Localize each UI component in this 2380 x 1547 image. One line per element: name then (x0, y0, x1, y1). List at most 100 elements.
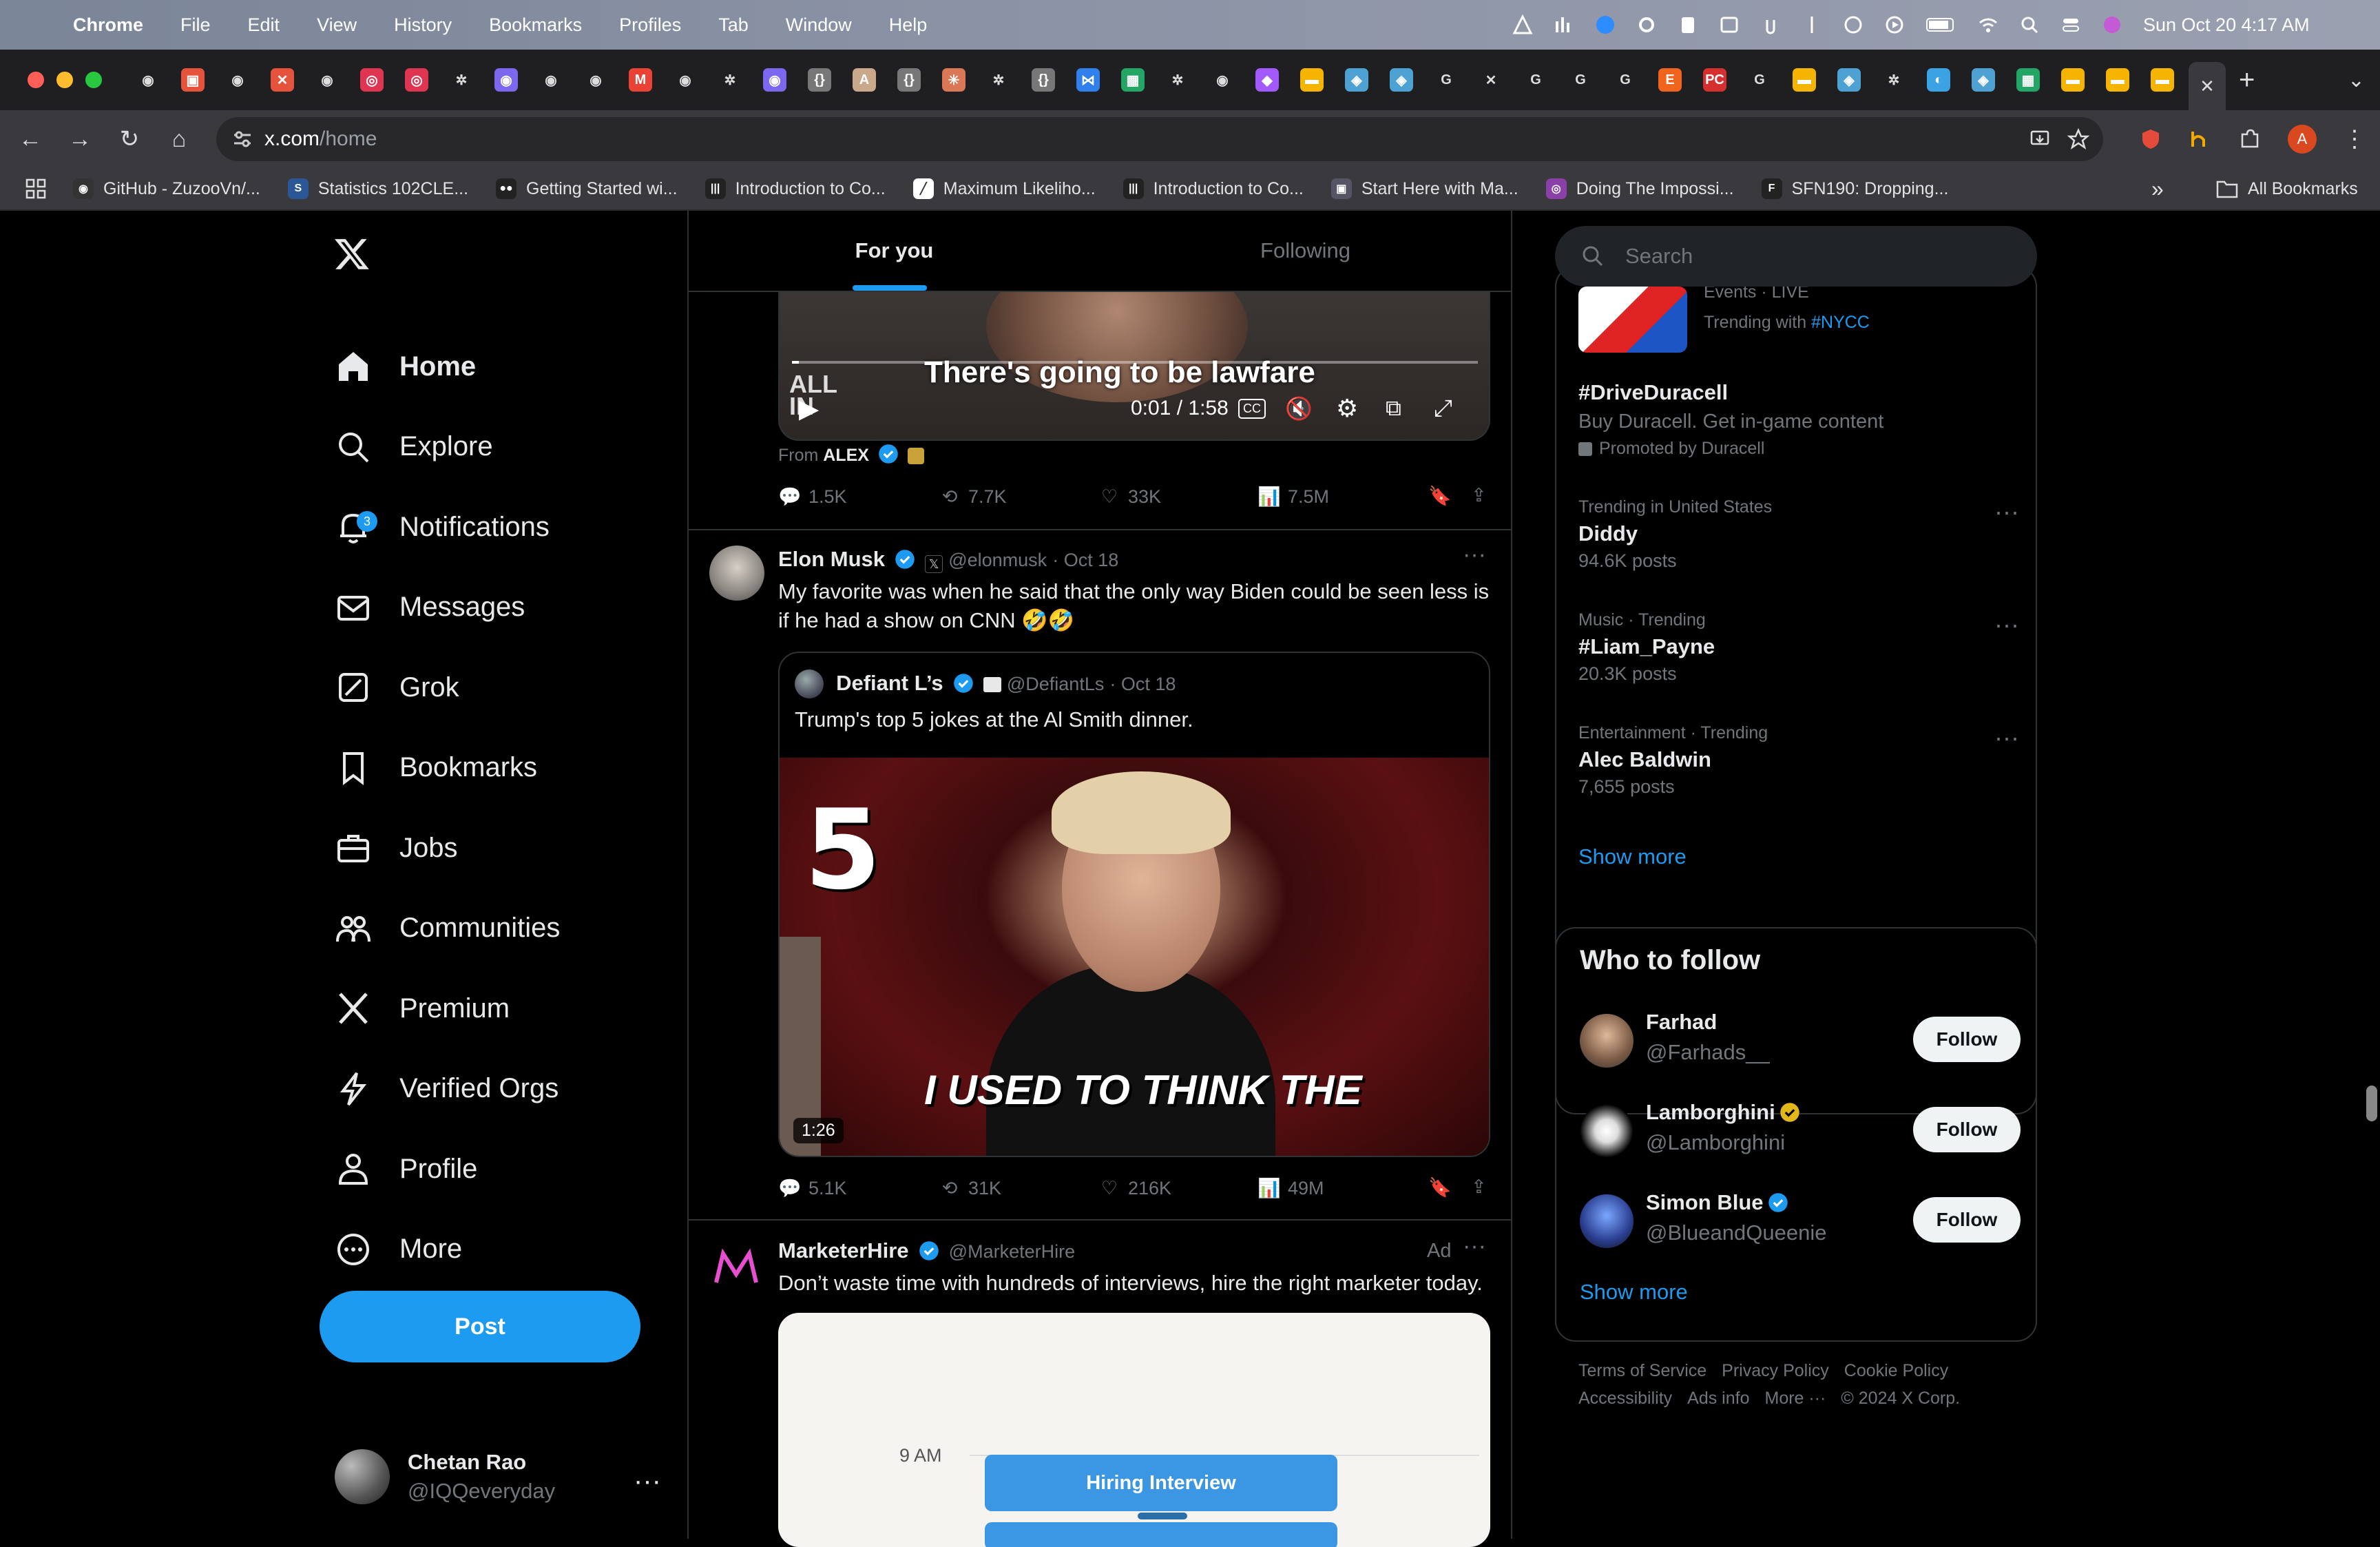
footer-more-link[interactable]: More ··· (1765, 1389, 1826, 1408)
menu-profiles[interactable]: Profiles (619, 14, 681, 36)
nav-item-more[interactable]: More (335, 1222, 462, 1277)
clipboard-icon[interactable] (1678, 14, 1698, 35)
privacy-link[interactable]: Privacy Policy (1722, 1361, 1829, 1380)
trend-more-icon[interactable]: ··· (1994, 723, 2019, 752)
close-window-button[interactable] (28, 72, 44, 88)
browser-tab[interactable]: G (1607, 59, 1644, 101)
cookie-link[interactable]: Cookie Policy (1844, 1361, 1948, 1380)
focus-icon[interactable] (1843, 14, 1864, 35)
nav-item-messages[interactable]: Messages (335, 580, 525, 635)
browser-tab[interactable]: ◈ (1830, 59, 1868, 101)
nav-item-grok[interactable]: Grok (335, 660, 459, 715)
page-scrollbar[interactable] (2366, 1086, 2377, 1121)
all-bookmarks-folder[interactable]: All Bookmarks (2216, 179, 2358, 199)
show-more-trends-link[interactable]: Show more (1578, 844, 1687, 869)
bookmark-item[interactable]: ◉ GitHub - ZuzooVn/... (73, 178, 260, 199)
menu-help[interactable]: Help (889, 14, 928, 36)
browser-tab[interactable]: ◈ (1965, 59, 2002, 101)
nav-item-notifications[interactable]: 3 Notifications (335, 499, 550, 554)
account-switcher[interactable]: Chetan Rao @IQQeveryday (335, 1449, 555, 1504)
nav-item-explore[interactable]: Explore (335, 419, 493, 475)
browser-tab[interactable]: G (1562, 59, 1599, 101)
new-tab-plus-icon[interactable]: + (2239, 65, 2255, 96)
zoom-window-button[interactable] (85, 72, 102, 88)
bookmark-item[interactable]: ◎ Doing The Impossi... (1545, 178, 1734, 199)
browser-tab[interactable]: G (1517, 59, 1554, 101)
browser-tab[interactable]: {} (801, 59, 838, 101)
post-button[interactable]: Post (320, 1291, 640, 1362)
bookmark-icon[interactable]: 🔖 (1428, 485, 1452, 507)
promoted-trend[interactable]: #DriveDuracell Buy Duracell. Get in-game… (1578, 376, 2019, 459)
bookmark-item[interactable]: S Statistics 102CLE... (287, 178, 468, 199)
browser-tab[interactable]: E (1651, 59, 1689, 101)
share-icon[interactable]: ⇪ (1471, 485, 1487, 506)
bookmark-star-icon[interactable] (2067, 128, 2089, 150)
browser-tab[interactable]: ✲ (443, 59, 480, 101)
extension-honey-icon[interactable] (2189, 127, 2212, 151)
reload-icon[interactable]: ↻ (116, 125, 143, 153)
follow-suggestion[interactable]: Lamborghini @Lamborghini Follow (1580, 1097, 2021, 1163)
show-more-follow-link[interactable]: Show more (1580, 1280, 1688, 1305)
browser-tab[interactable]: ◉ (1204, 59, 1241, 101)
install-app-icon[interactable] (2029, 128, 2051, 150)
browser-tab[interactable]: ▦ (1114, 59, 1151, 101)
paperclip-icon[interactable] (1760, 14, 1781, 35)
browser-tab[interactable]: ◉ (488, 59, 525, 101)
arrows-icon[interactable] (1802, 14, 1822, 35)
trend-item[interactable]: Trending in United States Diddy 94.6K post… (1578, 497, 2019, 572)
menu-view[interactable]: View (317, 14, 357, 36)
control-center-icon[interactable] (2060, 14, 2081, 35)
image-icon[interactable] (1719, 14, 1740, 35)
browser-tab[interactable]: ◉ (667, 59, 704, 101)
video-settings-gear-icon[interactable]: ⚙ (1336, 394, 1358, 423)
reply-button[interactable]: 💬 1.5K (778, 485, 938, 508)
nycc-hashtag[interactable]: #NYCC (1811, 313, 1870, 332)
retweet-button[interactable]: ⟲ 31K (938, 1176, 1098, 1200)
source-name[interactable]: ALEX (823, 446, 869, 465)
menu-chrome[interactable]: Chrome (73, 14, 143, 36)
forward-arrow-icon[interactable]: → (66, 125, 94, 153)
video-player[interactable]: ALL IN There's going to be lawfare ▶ 0:0… (778, 292, 1490, 441)
back-arrow-icon[interactable]: ← (17, 125, 44, 153)
tweet-author-handle[interactable]: @MarketerHire (949, 1241, 1075, 1262)
dock-video-icon[interactable]: ⧉ (1386, 395, 1401, 422)
follow-button[interactable]: Follow (1913, 1107, 2021, 1152)
menu-tab[interactable]: Tab (718, 14, 749, 36)
captions-icon[interactable]: CC (1238, 398, 1266, 419)
x-logo-icon[interactable] (333, 236, 370, 273)
browser-tab[interactable]: ◉ (577, 59, 614, 101)
bookmark-item[interactable]: ●● Getting Started wi... (496, 178, 678, 199)
more-bookmarks-chevron-icon[interactable]: » (2151, 176, 2164, 202)
nav-item-verified-orgs[interactable]: Verified Orgs (335, 1061, 559, 1117)
address-bar[interactable]: x.com/home (216, 117, 2103, 161)
nav-item-bookmarks[interactable]: Bookmarks (335, 740, 537, 796)
nav-item-profile[interactable]: Profile (335, 1141, 477, 1196)
menu-bookmarks[interactable]: Bookmarks (489, 14, 582, 36)
browser-tab[interactable]: ⋈ (1069, 59, 1107, 101)
browser-tab[interactable]: ◉ (309, 59, 346, 101)
tweet-author-name[interactable]: MarketerHire (778, 1238, 909, 1263)
accessibility-link[interactable]: Accessibility (1578, 1389, 1672, 1408)
browser-tab[interactable]: ◎ (353, 59, 390, 101)
quoted-video[interactable]: 5 I USED TO THINK THE 1:26 (780, 758, 1489, 1156)
browser-tab[interactable]: ✕ (1472, 59, 1510, 101)
browser-tab[interactable]: ✲ (1875, 59, 1912, 101)
browser-tab[interactable]: ◎ (398, 59, 435, 101)
tab-for-you[interactable]: For you (689, 211, 1100, 291)
account-more-icon[interactable]: ··· (634, 1466, 661, 1497)
terms-link[interactable]: Terms of Service (1578, 1361, 1706, 1380)
play-icon[interactable]: ▶ (799, 393, 819, 424)
follow-suggestion[interactable]: Simon Blue @BlueandQueenie Follow (1580, 1187, 2021, 1254)
close-tab-icon[interactable]: ✕ (2200, 76, 2215, 97)
reply-button[interactable]: 💬 5.1K (778, 1176, 938, 1200)
video-progress-bar[interactable] (792, 361, 1478, 364)
status-app-icon[interactable] (1512, 14, 1533, 35)
tab-search-chevron-icon[interactable]: ⌄ (2348, 68, 2365, 92)
browser-tab[interactable]: ◉ (756, 59, 793, 101)
browser-tab[interactable]: ▬ (1786, 59, 1823, 101)
elon-avatar[interactable] (709, 546, 764, 601)
menu-edit[interactable]: Edit (248, 14, 280, 36)
bookmark-item[interactable]: ╱ Maximum Likeliho... (912, 178, 1096, 199)
browser-tab[interactable]: G (1428, 59, 1465, 101)
marketerhire-logo-icon[interactable] (713, 1248, 759, 1287)
